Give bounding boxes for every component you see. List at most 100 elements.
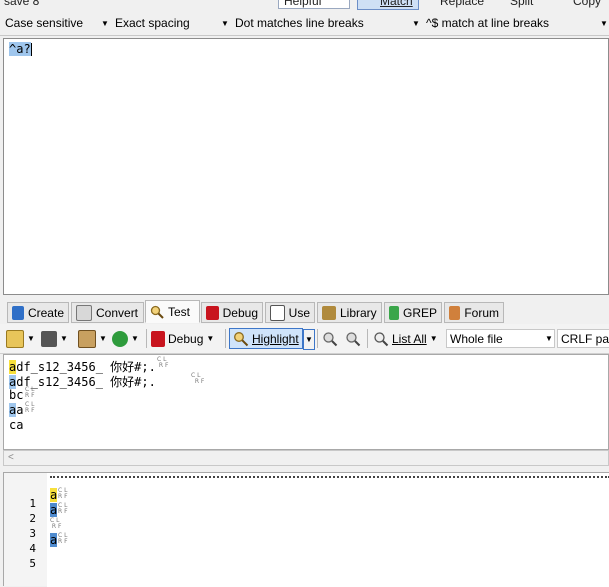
magnifier-icon <box>373 331 389 347</box>
crlf-marker: C LR F <box>25 386 35 399</box>
tab-test[interactable]: Test <box>145 300 200 323</box>
chevron-down-icon: ▼ <box>131 334 139 343</box>
tab-create-label: Create <box>27 305 64 320</box>
replace-label[interactable]: Replace <box>440 0 484 8</box>
subject-line-text: bc <box>9 388 24 402</box>
case-sensitivity-dropdown[interactable]: Case sensitive ▼ <box>0 13 110 33</box>
tab-debug[interactable]: Debug <box>201 302 263 323</box>
crlf-marker: C LR F <box>25 401 35 414</box>
line-number: 3 <box>29 527 36 540</box>
chevron-down-icon: ▼ <box>600 18 608 28</box>
top-left-text: save 8 <box>4 0 40 8</box>
dot-label: Dot matches line breaks <box>235 16 364 30</box>
chevron-down-icon: ▼ <box>60 334 68 343</box>
magnifier-icon <box>233 331 249 347</box>
test-magnifier-icon <box>150 305 164 319</box>
line-number: 5 <box>29 557 36 570</box>
split-label[interactable]: Split <box>510 0 533 8</box>
chevron-down-icon: ▼ <box>99 334 107 343</box>
subject-line-text: df_s12_3456_ 你好#;. <box>16 375 156 389</box>
debug-label: Debug <box>168 331 204 346</box>
spacing-dropdown[interactable]: Exact spacing ▼ <box>110 13 230 33</box>
line-number: 4 <box>29 542 36 555</box>
use-icon <box>270 304 285 321</box>
tab-debug-label: Debug <box>222 305 258 320</box>
tab-forum-label: Forum <box>464 305 499 320</box>
anchors-dropdown[interactable]: ^$ match at line breaks ▼ <box>421 13 609 33</box>
crlf-marker: C L R F <box>157 356 169 369</box>
copy-label[interactable]: Copy <box>573 0 601 8</box>
chevron-down-icon: ▼ <box>101 18 109 28</box>
tab-grep[interactable]: GREP <box>384 302 442 323</box>
debug-icon <box>206 305 219 320</box>
chevron-down-icon: ▼ <box>305 335 313 344</box>
toolbar-separator <box>146 329 147 348</box>
horizontal-scrollbar[interactable]: < <box>3 450 609 466</box>
create-icon <box>12 305 24 320</box>
tab-create[interactable]: Create <box>7 302 69 323</box>
tab-bar: Create Convert Test Debug Use Library GR… <box>0 300 609 324</box>
highlight-label: Highlight <box>252 331 299 346</box>
list-all-button[interactable]: List All ▼ <box>373 328 438 349</box>
spacing-label: Exact spacing <box>115 16 190 30</box>
results-text[interactable]: a C LR F a C LR F C L R F a C LR F <box>47 473 609 587</box>
open-file-button[interactable]: ▼ <box>6 328 35 349</box>
subject-line-text: df_s12_3456_ 你好#;. <box>16 360 156 374</box>
highlight-button[interactable]: Highlight <box>229 328 303 349</box>
regex-text[interactable]: ^a? <box>9 42 32 56</box>
zoom-out-button[interactable] <box>345 328 361 349</box>
forum-icon <box>449 305 461 320</box>
top-toolbar-partial: save 8 Helpful Match Replace Split Copy <box>0 0 609 10</box>
regex-selected-text: ^a? <box>9 42 31 56</box>
result-line: a <box>50 533 58 548</box>
chevron-down-icon: ▼ <box>27 334 35 343</box>
convert-icon <box>76 304 92 321</box>
debug-button[interactable]: Debug ▼ <box>151 328 214 349</box>
zoom-in-button[interactable] <box>322 328 338 349</box>
chevron-down-icon: ▼ <box>412 18 420 28</box>
subject-line-text: a <box>16 403 24 417</box>
paste-button[interactable]: ▼ <box>78 328 107 349</box>
chevron-down-icon: ▼ <box>429 334 438 343</box>
tab-convert-label: Convert <box>96 305 139 320</box>
subject-line-text: ca <box>9 418 24 432</box>
toolbar-separator <box>367 329 368 348</box>
subject-text-area[interactable]: adf_s12_3456_ 你好#;. C L R F adf_s12_3456… <box>3 354 609 450</box>
dot-dropdown[interactable]: Dot matches line breaks ▼ <box>230 13 421 33</box>
debug-icon <box>151 330 165 347</box>
open-file-icon <box>6 329 24 348</box>
save-button[interactable]: ▼ <box>41 328 68 349</box>
result-line: a <box>50 488 58 503</box>
line-break-label: CRLF pairs <box>561 331 609 346</box>
regex-editor[interactable]: ^a? <box>3 38 609 295</box>
zoom-in-icon <box>322 331 338 347</box>
line-number: 2 <box>29 512 36 525</box>
chevron-down-icon: ▼ <box>206 334 215 343</box>
tab-library[interactable]: Library <box>317 302 382 323</box>
line-break-dropdown[interactable]: CRLF pairs <box>557 329 609 348</box>
anchors-label: ^$ match at line breaks <box>426 16 550 30</box>
save-icon <box>41 330 57 347</box>
subject-line: ca <box>9 418 23 433</box>
match-highlight: a <box>50 533 58 547</box>
chevron-down-icon: ▼ <box>545 334 553 343</box>
chevron-down-icon: ▼ <box>221 18 229 28</box>
web-button[interactable]: ▼ <box>112 328 139 349</box>
tab-use[interactable]: Use <box>265 302 315 323</box>
chevron-left-icon[interactable]: < <box>8 452 14 463</box>
case-label: Case sensitive <box>5 16 84 30</box>
crlf-marker: C LR F <box>58 502 68 515</box>
text-caret <box>30 43 32 56</box>
tab-forum[interactable]: Forum <box>444 302 504 323</box>
tab-library-label: Library <box>340 305 377 320</box>
subject-line: adf_s12_3456_ 你好#;. <box>9 358 156 374</box>
tab-grep-label: GREP <box>402 305 437 320</box>
highlight-dropdown-button[interactable]: ▼ <box>303 329 315 350</box>
crlf-marker: C L R F <box>191 372 205 385</box>
zoom-out-icon <box>345 331 361 347</box>
scope-dropdown[interactable]: Whole file ▼ <box>446 329 555 348</box>
list-all-label: List All <box>392 331 427 346</box>
globe-icon <box>112 330 128 347</box>
tab-convert[interactable]: Convert <box>71 302 144 323</box>
crlf-marker: C L R F <box>50 517 62 530</box>
